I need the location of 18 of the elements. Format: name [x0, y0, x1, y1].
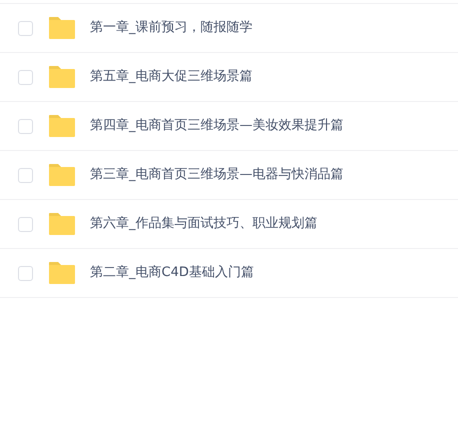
folder-icon [48, 261, 76, 285]
folder-name[interactable]: 第二章_电商C4D基础入门篇 [90, 263, 254, 283]
checkbox[interactable] [18, 216, 33, 232]
checkbox[interactable] [18, 20, 33, 36]
checkbox[interactable] [18, 118, 33, 134]
folder-icon [48, 163, 76, 187]
folder-name[interactable]: 第五章_电商大促三维场景篇 [90, 67, 252, 87]
checkbox[interactable] [18, 70, 33, 84]
folder-name[interactable]: 第六章_作品集与面试技巧、职业规划篇 [90, 214, 318, 234]
folder-icon [48, 16, 76, 40]
folder-icon [48, 65, 76, 89]
checkbox[interactable] [18, 266, 33, 280]
folder-icon [48, 212, 76, 236]
folder-name[interactable]: 第四章_电商首页三维场景—美妆效果提升篇 [90, 116, 344, 136]
checkbox[interactable] [18, 168, 33, 182]
folder-icon [48, 114, 76, 138]
folder-name[interactable]: 第三章_电商首页三维场景—电器与快消品篇 [90, 165, 344, 185]
folder-name[interactable]: 第一章_课前预习，随报随学 [90, 18, 252, 38]
